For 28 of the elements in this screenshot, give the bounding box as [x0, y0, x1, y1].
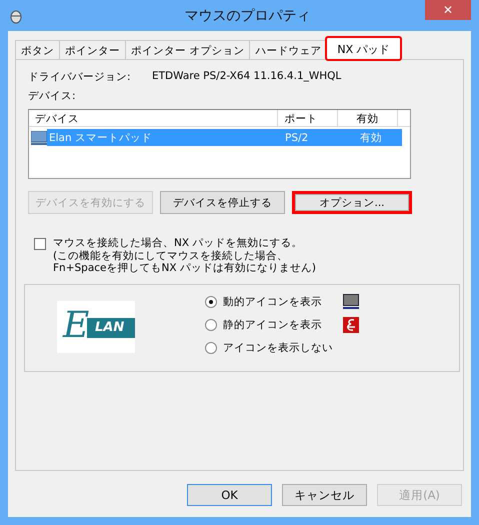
tab[interactable]: ボタン: [15, 40, 60, 60]
script-letter-icon: [343, 316, 359, 332]
radio-label: アイコンを表示しない: [223, 340, 333, 354]
close-button[interactable]: ✕: [425, 0, 471, 20]
devices-label: デバイス:: [28, 89, 77, 103]
monitor-icon: [31, 130, 47, 144]
column-header[interactable]: ポート: [278, 110, 338, 127]
column-header[interactable]: 有効: [338, 110, 398, 127]
dialog-button[interactable]: キャンセル: [282, 484, 367, 506]
checkbox-label: Fn+Spaceを押してもNX パッドは有効になりません): [53, 262, 316, 274]
mouse-icon: [8, 8, 24, 24]
monitor-icon: [343, 294, 359, 310]
dialog-button[interactable]: OK: [187, 484, 272, 506]
radio-button[interactable]: [205, 342, 217, 354]
checkbox-label: マウスを接続した場合、NX パッドを無効にする。: [53, 237, 304, 250]
driver-version-value: ETDWare PS/2-X64 11.16.4.1_WHQL: [152, 70, 342, 84]
device-button[interactable]: オプション...: [292, 191, 412, 214]
device-button[interactable]: デバイスを停止する: [160, 191, 285, 214]
radio-button[interactable]: [205, 318, 217, 330]
radio-button[interactable]: [205, 296, 217, 308]
checkbox-label: (この機能を有効にしてマウスを接続した場合、: [53, 250, 290, 262]
driver-version-label: ドライババージョン:: [28, 70, 132, 84]
tab[interactable]: NX パッド: [326, 37, 401, 60]
radio-label: 動的アイコンを表示: [223, 294, 322, 308]
checkbox[interactable]: [34, 238, 46, 250]
column-header[interactable]: デバイス: [29, 110, 278, 127]
window-title: マウスのプロパティ: [184, 6, 310, 24]
radio-label: 静的アイコンを表示: [223, 318, 322, 332]
